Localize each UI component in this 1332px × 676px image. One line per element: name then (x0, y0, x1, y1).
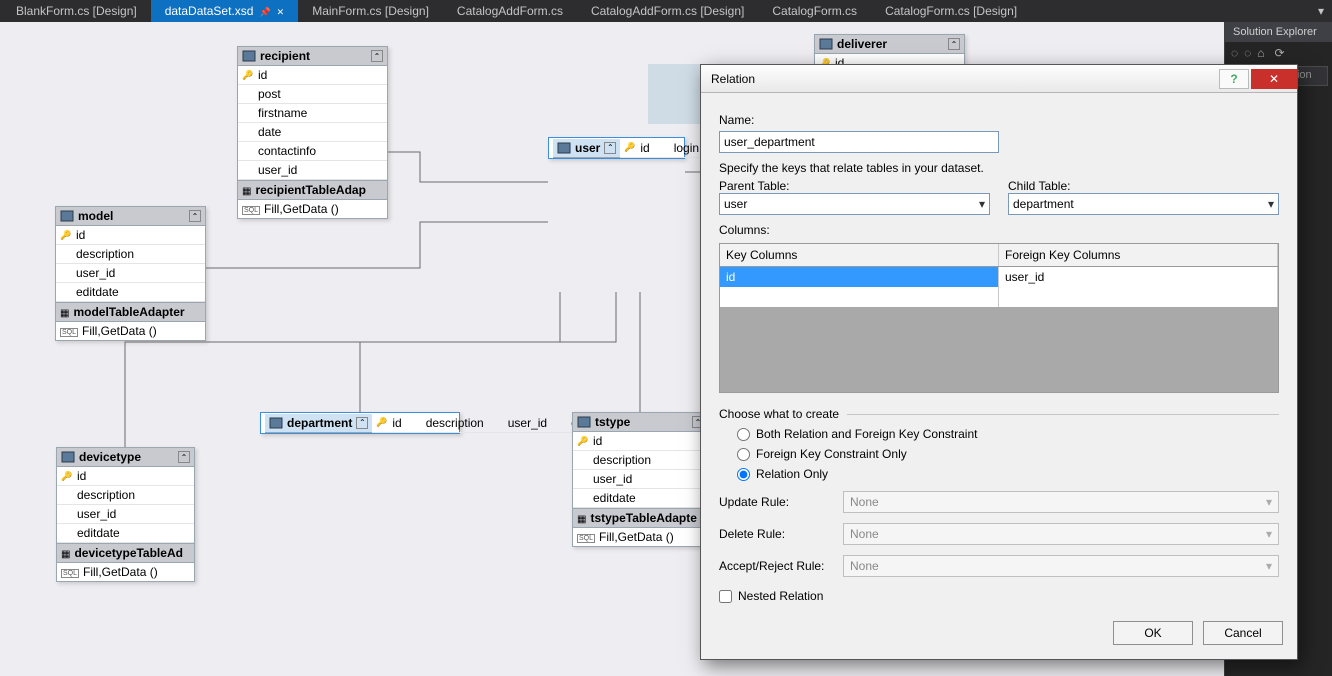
accept-rule-select: None (843, 555, 1279, 577)
radio-both[interactable] (737, 428, 750, 441)
ok-button[interactable]: OK (1113, 621, 1193, 645)
choose-label: Choose what to create (719, 407, 839, 421)
table-department[interactable]: department id description user_id editda… (260, 412, 460, 434)
nav-back-icon[interactable]: ◌ (1231, 46, 1238, 60)
home-icon[interactable]: ⌂ (1257, 46, 1264, 60)
adapter-icon (242, 183, 251, 197)
collapse-icon[interactable] (604, 142, 616, 154)
key-column-cell[interactable]: id (720, 267, 999, 287)
tab-catalogaddform-cs[interactable]: CatalogAddForm.cs (443, 0, 577, 22)
collapse-icon[interactable] (189, 210, 201, 222)
fk-columns-header: Foreign Key Columns (999, 244, 1278, 266)
table-icon (819, 38, 833, 50)
child-table-label: Child Table: (1008, 179, 1279, 193)
key-icon (624, 142, 634, 153)
tab-catalogform-cs[interactable]: CatalogForm.cs (758, 0, 871, 22)
hint-text: Specify the keys that relate tables in y… (719, 161, 1279, 175)
dialog-titlebar[interactable]: Relation ? ✕ (701, 65, 1297, 93)
adapter-icon (60, 305, 69, 319)
collapse-icon[interactable] (371, 50, 383, 62)
table-icon (577, 416, 591, 428)
update-rule-select: None (843, 491, 1279, 513)
child-table-select[interactable]: department (1008, 193, 1279, 215)
key-icon (577, 436, 587, 447)
dialog-shadow (648, 64, 704, 124)
fk-column-cell[interactable]: user_id (999, 267, 1278, 287)
table-user[interactable]: user id login pwd lastlogindate userTabl… (548, 137, 685, 159)
name-input[interactable] (719, 131, 999, 153)
columns-grid[interactable]: Key Columns Foreign Key Columns id user_… (719, 243, 1279, 393)
accept-rule-label: Accept/Reject Rule: (719, 559, 831, 573)
collapse-icon[interactable] (356, 417, 368, 429)
columns-label: Columns: (719, 223, 1279, 237)
tab-datadataset[interactable]: dataDataSet.xsd (151, 0, 299, 22)
tab-catalogform-design[interactable]: CatalogForm.cs [Design] (871, 0, 1031, 22)
tab-catalogaddform-design[interactable]: CatalogAddForm.cs [Design] (577, 0, 758, 22)
key-icon (61, 471, 71, 482)
delete-rule-label: Delete Rule: (719, 527, 831, 541)
update-rule-label: Update Rule: (719, 495, 831, 509)
sql-icon (61, 568, 79, 577)
name-label: Name: (719, 113, 1279, 127)
collapse-icon[interactable] (948, 38, 960, 50)
relation-dialog: Relation ? ✕ Name: Specify the keys that… (700, 64, 1298, 660)
radio-fk-only[interactable] (737, 448, 750, 461)
table-icon (61, 451, 75, 463)
solution-explorer-toolbar: ◌ ◌ ⌂ ⟳ (1225, 42, 1332, 64)
refresh-icon[interactable]: ⟳ (1275, 46, 1285, 60)
parent-table-select[interactable]: user (719, 193, 990, 215)
table-icon (557, 142, 571, 154)
delete-rule-select: None (843, 523, 1279, 545)
adapter-icon (577, 511, 586, 525)
table-icon (269, 417, 283, 429)
close-icon[interactable] (277, 4, 285, 18)
solution-explorer-title: Solution Explorer (1225, 22, 1332, 42)
document-tabstrip: BlankForm.cs [Design] dataDataSet.xsd Ma… (0, 0, 1332, 22)
cancel-button[interactable]: Cancel (1203, 621, 1283, 645)
tab-mainform[interactable]: MainForm.cs [Design] (298, 0, 443, 22)
sql-icon (577, 533, 595, 542)
tab-overflow-button[interactable] (1314, 4, 1324, 18)
sql-icon (242, 205, 260, 214)
tab-blankform[interactable]: BlankForm.cs [Design] (2, 0, 151, 22)
key-columns-header: Key Columns (720, 244, 999, 266)
collapse-icon[interactable] (178, 451, 190, 463)
nav-fwd-icon[interactable]: ◌ (1244, 46, 1251, 60)
dialog-title: Relation (711, 72, 1217, 86)
table-icon (60, 210, 74, 222)
table-recipient[interactable]: recipient id post firstname date contact… (237, 46, 388, 219)
parent-table-label: Parent Table: (719, 179, 990, 193)
table-model[interactable]: model id description user_id editdate mo… (55, 206, 206, 341)
key-icon (376, 417, 386, 428)
table-icon (242, 50, 256, 62)
table-devicetype[interactable]: devicetype id description user_id editda… (56, 447, 195, 582)
adapter-icon (61, 546, 70, 560)
pin-icon[interactable] (259, 4, 270, 18)
key-icon (242, 70, 252, 81)
nested-relation-checkbox[interactable] (719, 590, 732, 603)
key-icon (60, 230, 70, 241)
table-tstype[interactable]: tstype id description user_id editdate t… (572, 412, 709, 547)
help-button[interactable]: ? (1219, 69, 1249, 89)
radio-relation-only[interactable] (737, 468, 750, 481)
close-button[interactable]: ✕ (1251, 69, 1297, 89)
sql-icon (60, 327, 78, 336)
